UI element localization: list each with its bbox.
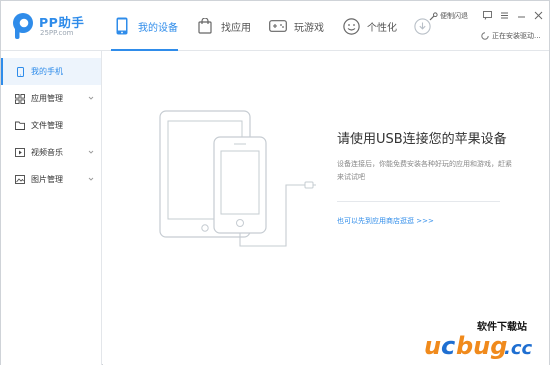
sidebar-item-label: 我的手机: [31, 67, 63, 76]
driver-install-status: 正在安装驱动...: [481, 31, 541, 41]
app-store-link[interactable]: 也可以先到应用商店逛逛 >>>: [337, 216, 434, 226]
sidebar: 我的手机 应用管理 文件管理 视频音乐 图片管理: [1, 51, 102, 365]
tab-label: 找应用: [221, 22, 251, 34]
chevron-down-icon: [88, 96, 94, 100]
tab-label: 个性化: [367, 22, 397, 34]
main-content: 请使用USB连接您的苹果设备 设备连接后，你能免费安装各种好玩的应用和游戏，赶紧…: [103, 51, 549, 365]
tab-personalize[interactable]: 个性化: [332, 1, 405, 51]
tab-label: 玩游戏: [294, 22, 324, 34]
tab-find-apps[interactable]: 找应用: [186, 1, 259, 51]
grid-icon: [15, 93, 25, 104]
close-icon[interactable]: [533, 10, 543, 20]
sidebar-item-image-manage[interactable]: 图片管理: [1, 166, 101, 193]
device-connect-illustration: [159, 110, 316, 247]
loading-spinner-icon: [481, 32, 489, 40]
play-icon: [15, 148, 25, 158]
phone-icon: [111, 15, 133, 37]
sidebar-item-label: 文件管理: [31, 121, 63, 130]
phone-icon: [15, 66, 25, 77]
shopping-bag-icon: [194, 15, 216, 37]
app-site: 25PP.com: [40, 29, 74, 37]
wrench-icon: [429, 11, 438, 20]
top-right-area: 便制闪退 正在安装驱动...: [429, 1, 549, 51]
image-icon: [15, 175, 25, 185]
divider: [337, 201, 500, 202]
pp-logo-icon: [13, 13, 33, 39]
feedback-link[interactable]: 便制闪退: [429, 11, 468, 21]
sidebar-item-app-manage[interactable]: 应用管理: [1, 85, 101, 112]
sidebar-item-label: 视频音乐: [31, 148, 63, 157]
window-controls: [482, 10, 543, 20]
chevron-down-icon: [88, 150, 94, 154]
gamepad-icon: [267, 15, 289, 37]
tab-my-device[interactable]: 我的设备: [103, 1, 186, 51]
sidebar-item-video-music[interactable]: 视频音乐: [1, 139, 101, 166]
sidebar-item-my-phone[interactable]: 我的手机: [1, 58, 101, 85]
main-nav: 我的设备 找应用 玩游戏 个性化: [103, 1, 444, 51]
top-bar: PP助手 25PP.com 我的设备 找应用 玩游戏 个性化 便制闪退 正在安装…: [1, 1, 549, 51]
install-status-text: 正在安装驱动...: [492, 32, 541, 40]
app-logo[interactable]: PP助手 25PP.com: [11, 10, 101, 42]
sidebar-item-label: 图片管理: [31, 175, 63, 184]
connect-description: 设备连接后，你能免费安装各种好玩的应用和游戏，赶紧来试试吧: [337, 160, 512, 181]
connect-headline: 请使用USB连接您的苹果设备: [337, 132, 507, 147]
message-icon[interactable]: [482, 10, 492, 20]
smiley-icon: [340, 15, 362, 37]
sidebar-item-label: 应用管理: [31, 94, 63, 103]
tab-label: 我的设备: [138, 22, 178, 34]
folder-icon: [15, 121, 25, 131]
sidebar-item-file-manage[interactable]: 文件管理: [1, 112, 101, 139]
chevron-down-icon: [88, 177, 94, 181]
feedback-label: 便制闪退: [440, 12, 468, 20]
tab-games[interactable]: 玩游戏: [259, 1, 332, 51]
menu-icon[interactable]: [499, 10, 509, 20]
minimize-icon[interactable]: [516, 10, 526, 20]
app-window: PP助手 25PP.com 我的设备 找应用 玩游戏 个性化 便制闪退 正在安装…: [0, 0, 550, 365]
